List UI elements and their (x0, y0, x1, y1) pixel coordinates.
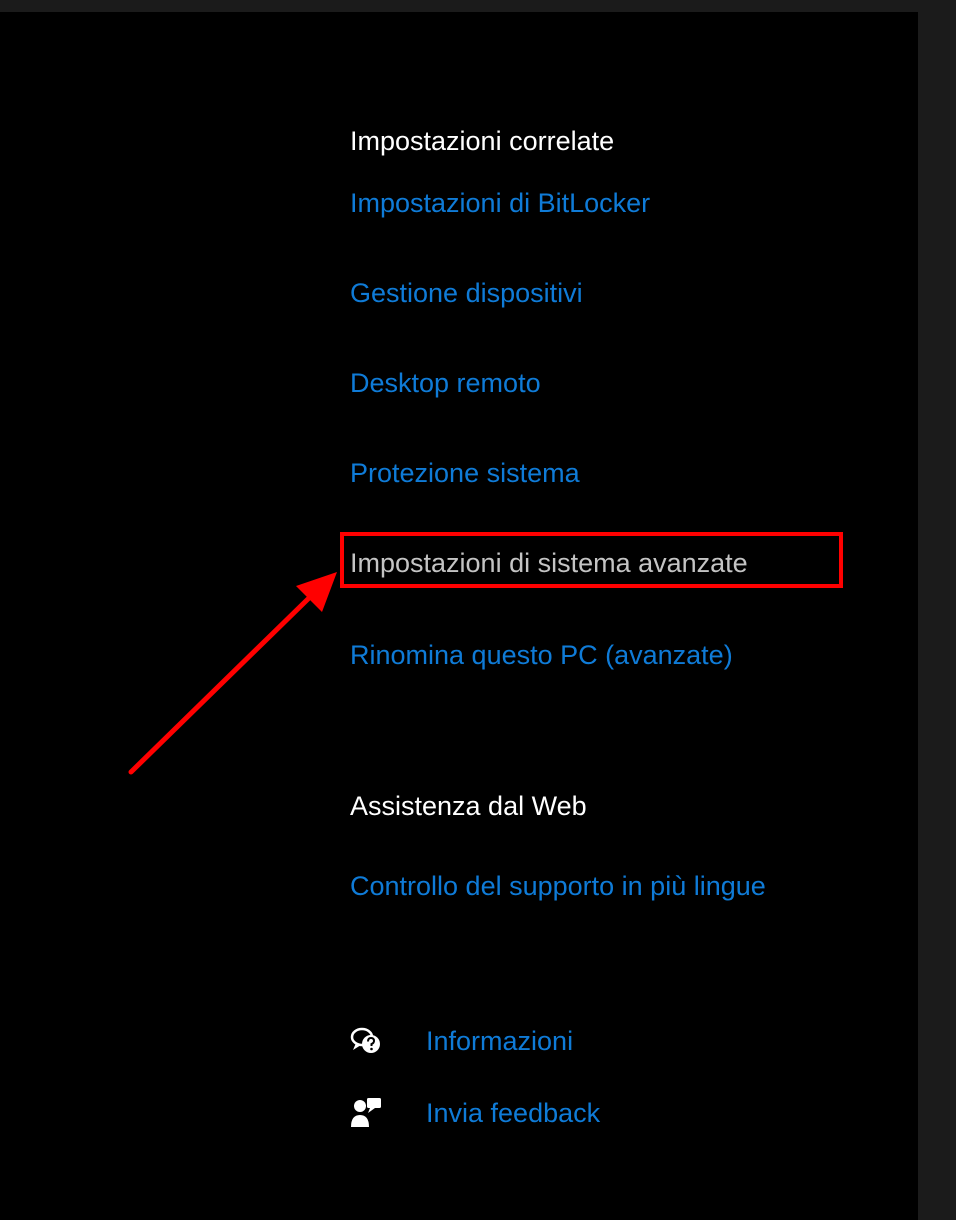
feedback-label: Invia feedback (426, 1097, 601, 1128)
feedback-row[interactable]: Invia feedback (350, 1095, 600, 1131)
web-help-heading: Assistenza dal Web (350, 791, 587, 821)
info-label: Informazioni (426, 1025, 574, 1056)
link-rename-pc-advanced[interactable]: Rinomina questo PC (avanzate) (350, 642, 733, 669)
link-remote-desktop[interactable]: Desktop remoto (350, 370, 541, 397)
link-bitlocker-settings[interactable]: Impostazioni di BitLocker (350, 190, 650, 217)
help-chat-icon (350, 1023, 390, 1059)
related-settings-heading: Impostazioni correlate (350, 126, 615, 156)
annotation-highlight-box (340, 532, 843, 588)
info-row[interactable]: Informazioni (350, 1023, 573, 1059)
feedback-person-icon (350, 1095, 390, 1131)
link-system-protection[interactable]: Protezione sistema (350, 460, 580, 487)
link-multilanguage-support[interactable]: Controllo del supporto in più lingue (350, 873, 766, 900)
link-device-manager[interactable]: Gestione dispositivi (350, 280, 583, 307)
